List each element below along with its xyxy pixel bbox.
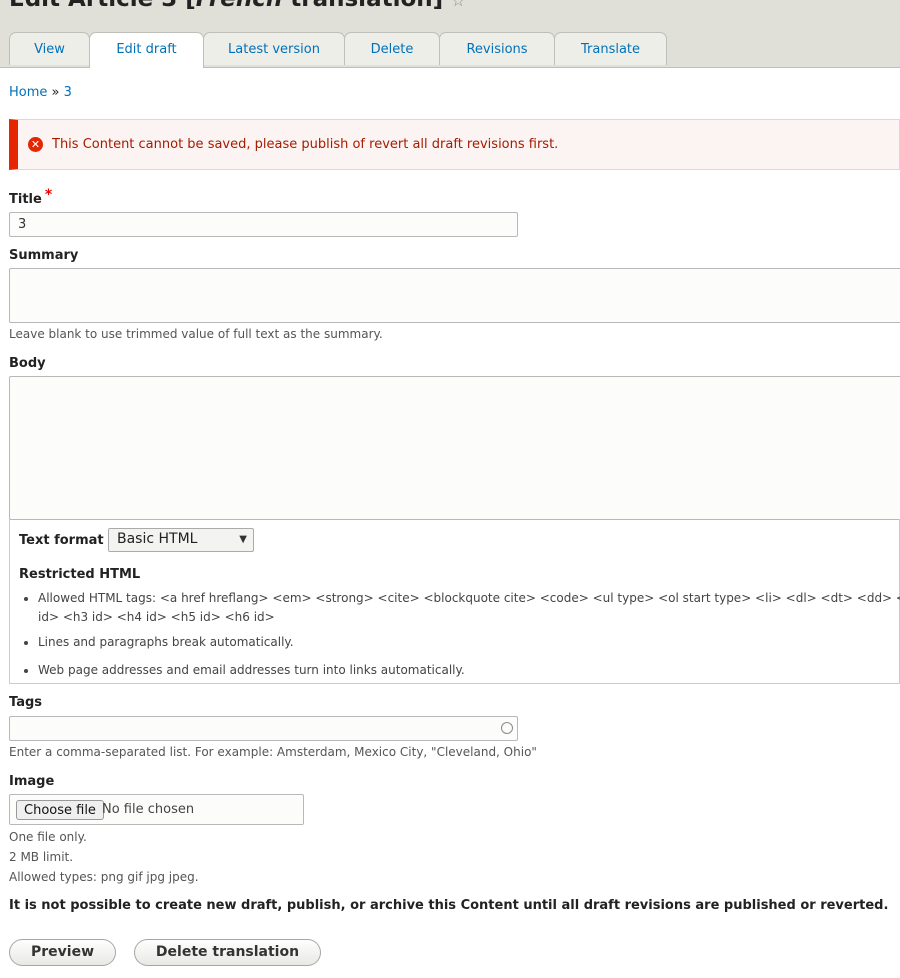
- error-text: This Content cannot be saved, please pub…: [52, 137, 559, 152]
- tags-input[interactable]: [9, 716, 518, 741]
- image-file-input: Choose file No file chosen: [9, 794, 304, 825]
- tags-description: Enter a comma-separated list. For exampl…: [9, 745, 537, 759]
- format-tip: Allowed HTML tags: <a href hreflang> <em…: [38, 589, 900, 627]
- chevron-down-icon: ▼: [239, 534, 247, 545]
- summary-label: Summary: [9, 248, 79, 263]
- breadcrumb-separator: »: [51, 85, 60, 100]
- summary-description: Leave blank to use trimmed value of full…: [9, 327, 383, 341]
- summary-textarea[interactable]: [9, 268, 900, 323]
- tab-revisions[interactable]: Revisions: [439, 32, 555, 65]
- image-description-limit: One file only.: [9, 830, 87, 844]
- breadcrumb-home-link[interactable]: Home: [9, 85, 47, 100]
- tab-view[interactable]: View: [9, 32, 90, 65]
- image-description-size: 2 MB limit.: [9, 850, 74, 864]
- text-format-wrapper: Text format Basic HTML ▼ Restricted HTML…: [9, 519, 900, 684]
- preview-button[interactable]: Preview: [9, 939, 116, 966]
- error-message: ✕ This Content cannot be saved, please p…: [9, 119, 900, 170]
- body-textarea[interactable]: [9, 376, 900, 520]
- workflow-note: It is not possible to create new draft, …: [9, 898, 889, 913]
- breadcrumb: Home » 3: [9, 85, 72, 100]
- page-header: Edit Article 3 [French translation]☆ Vie…: [0, 0, 900, 68]
- body-label: Body: [9, 356, 46, 371]
- delete-translation-button[interactable]: Delete translation: [134, 939, 321, 966]
- breadcrumb-current-link[interactable]: 3: [64, 85, 72, 100]
- title-label: Title *: [9, 187, 53, 207]
- tags-label: Tags: [9, 695, 43, 710]
- tab-translate[interactable]: Translate: [554, 32, 667, 65]
- text-format-label: Text format: [19, 533, 104, 548]
- error-icon: ✕: [28, 137, 43, 152]
- autocomplete-throbber-icon: [501, 722, 513, 734]
- format-tip: Lines and paragraphs break automatically…: [38, 633, 900, 652]
- format-tip: Web page addresses and email addresses t…: [38, 661, 900, 680]
- image-description-types: Allowed types: png gif jpg jpeg.: [9, 870, 199, 884]
- tab-delete[interactable]: Delete: [344, 32, 440, 65]
- required-marker: *: [44, 187, 53, 203]
- choose-file-button[interactable]: Choose file: [16, 800, 104, 820]
- format-guidelines-title: Restricted HTML: [19, 567, 141, 582]
- text-format-select[interactable]: Basic HTML ▼: [108, 528, 254, 552]
- page-title: Edit Article 3 [French translation]☆: [9, 0, 466, 12]
- shortcut-star-icon[interactable]: ☆: [451, 0, 465, 10]
- format-tips-list: Allowed HTML tags: <a href hreflang> <em…: [19, 589, 900, 689]
- title-input[interactable]: [9, 212, 518, 237]
- image-label: Image: [9, 774, 55, 789]
- tab-latest-version[interactable]: Latest version: [203, 32, 345, 65]
- no-file-chosen-text: No file chosen: [102, 802, 195, 817]
- tab-edit-draft[interactable]: Edit draft: [89, 32, 204, 68]
